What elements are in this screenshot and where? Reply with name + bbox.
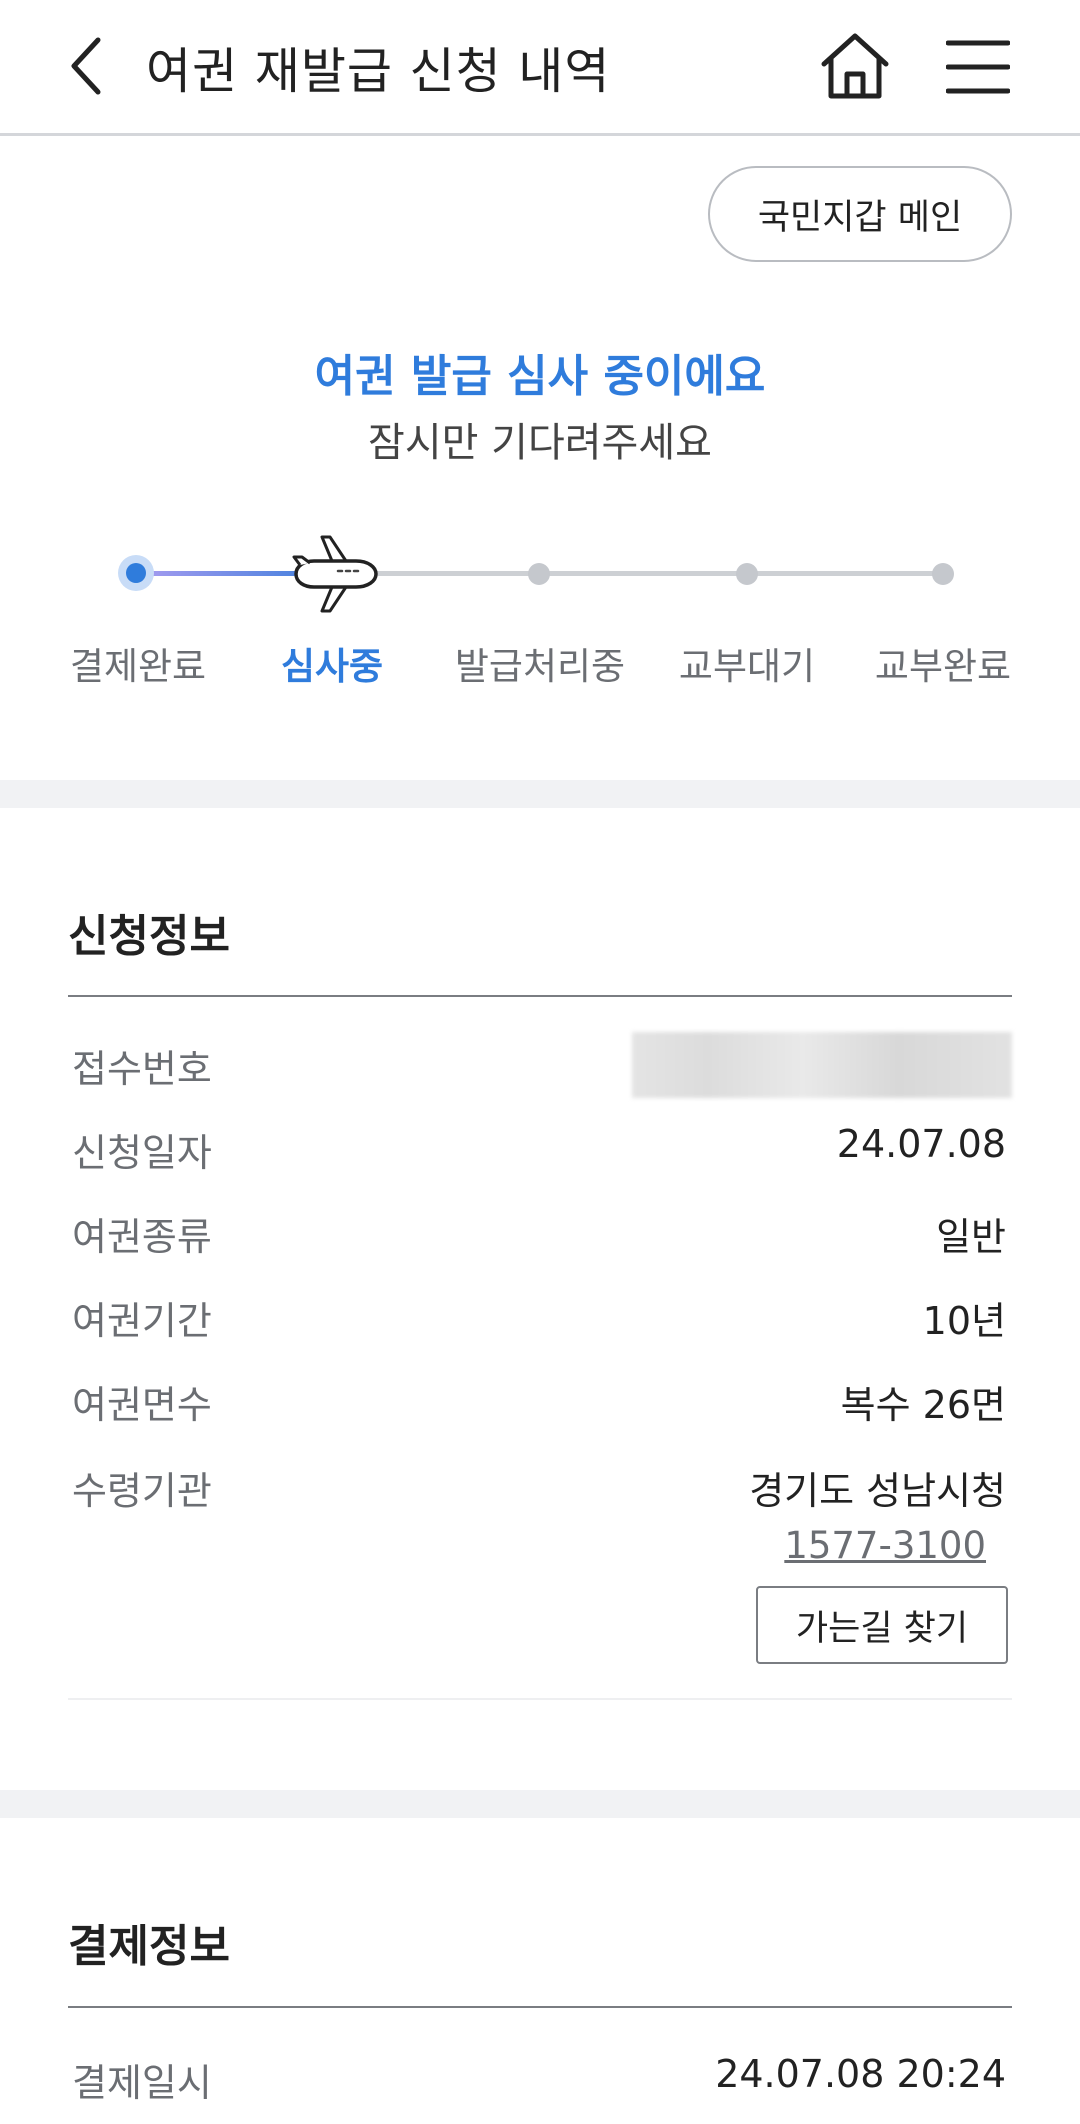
status-title: 여권 발급 심사 중이에요 bbox=[314, 351, 766, 402]
airplane-icon bbox=[292, 535, 378, 613]
passport-type-label: 여권종류 bbox=[72, 1215, 212, 1259]
payment-datetime-value: 24.07.08 20:24 bbox=[715, 2052, 1006, 2096]
pickup-office-label: 수령기관 bbox=[72, 1469, 212, 1513]
top-bar: 여권 재발급 신청 내역 bbox=[0, 0, 1080, 136]
pickup-office-value: 경기도 성남시청 bbox=[749, 1469, 1006, 1513]
page-title: 여권 재발급 신청 내역 bbox=[146, 43, 611, 100]
step-dot-pending bbox=[932, 563, 954, 585]
hamburger-menu-icon bbox=[945, 40, 1011, 94]
step-label-delivered: 교부완료 bbox=[874, 645, 1012, 688]
application-date-label: 신청일자 bbox=[72, 1131, 212, 1175]
passport-pages-value: 복수 26면 bbox=[840, 1383, 1006, 1427]
passport-period-value: 10년 bbox=[922, 1299, 1006, 1343]
home-button[interactable] bbox=[818, 28, 892, 104]
application-info-title: 신청정보 bbox=[68, 911, 230, 962]
section-end-rule bbox=[68, 1698, 1012, 1700]
progress-line-pending bbox=[332, 571, 944, 576]
step-dot-pending bbox=[736, 563, 758, 585]
section-rule bbox=[68, 995, 1012, 997]
office-phone-link[interactable]: 1577-3100 bbox=[784, 1524, 986, 1567]
menu-button[interactable] bbox=[945, 38, 1011, 96]
section-divider bbox=[0, 780, 1080, 808]
status-subtitle: 잠시만 기다려주세요 bbox=[368, 420, 712, 466]
step-dot-pending bbox=[528, 563, 550, 585]
directions-button[interactable]: 가는길 찾기 bbox=[756, 1586, 1008, 1664]
application-date-value: 24.07.08 bbox=[836, 1122, 1006, 1166]
passport-type-value: 일반 bbox=[936, 1215, 1006, 1259]
payment-info-title: 결제정보 bbox=[68, 1921, 230, 1972]
wallet-main-button[interactable]: 국민지갑 메인 bbox=[708, 166, 1012, 262]
receipt-number-redacted bbox=[632, 1032, 1012, 1098]
step-label-awaiting-delivery: 교부대기 bbox=[678, 645, 816, 688]
passport-period-label: 여권기간 bbox=[72, 1299, 212, 1343]
home-icon bbox=[821, 33, 889, 99]
step-label-under-review: 심사중 bbox=[280, 645, 384, 688]
back-button[interactable] bbox=[60, 30, 120, 102]
section-rule bbox=[68, 2006, 1012, 2008]
chevron-left-icon bbox=[71, 37, 101, 95]
step-dot-complete-inner bbox=[126, 563, 146, 583]
step-label-issuing: 발급처리중 bbox=[454, 645, 626, 688]
payment-datetime-label: 결제일시 bbox=[72, 2061, 212, 2105]
section-divider bbox=[0, 1790, 1080, 1818]
step-label-payment-complete: 결제완료 bbox=[69, 645, 207, 688]
receipt-number-label: 접수번호 bbox=[72, 1047, 212, 1091]
passport-pages-label: 여권면수 bbox=[72, 1383, 212, 1427]
